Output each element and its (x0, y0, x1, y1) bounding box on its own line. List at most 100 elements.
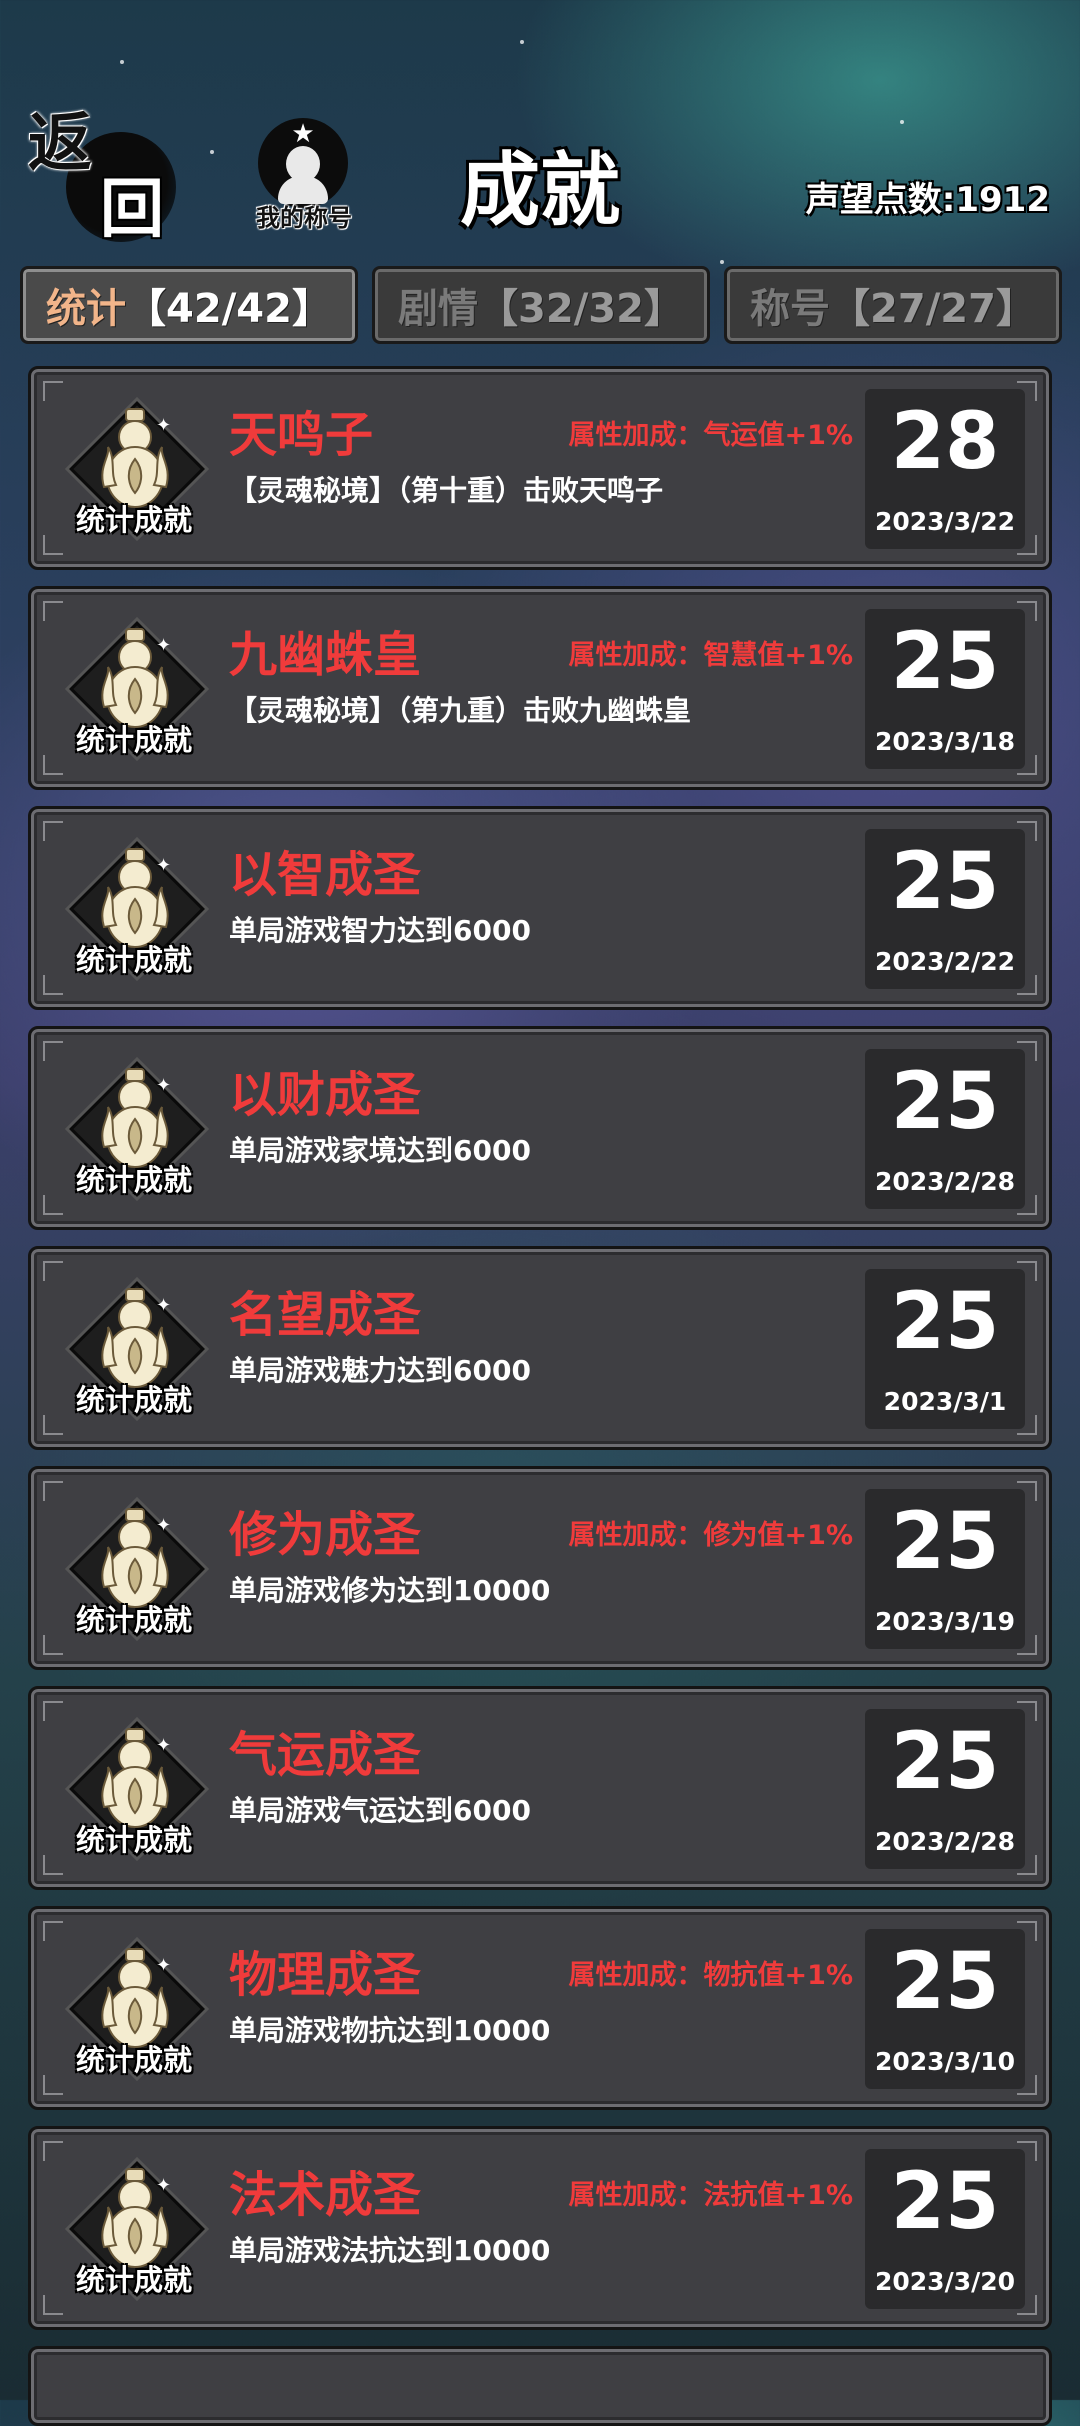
achievement-card[interactable]: ✦ 统计成就 以智成圣 单局游戏智力达到6000 25 2023/2/22 (28, 806, 1052, 1010)
achievement-date: 2023/3/18 (874, 727, 1016, 756)
achievement-name: 以财成圣 (229, 1067, 422, 1123)
score-box: 25 2023/2/28 (865, 1709, 1025, 1869)
achievement-description: 单局游戏物抗达到10000 (229, 2014, 551, 2047)
achievement-description: 单局游戏法抗达到10000 (229, 2234, 551, 2267)
achievement-date: 2023/2/28 (874, 1167, 1016, 1196)
badge-label: 统计成就 (75, 503, 192, 537)
achievement-name: 名望成圣 (229, 1287, 422, 1343)
achievement-description: 单局游戏家境达到6000 (229, 1134, 531, 1167)
tab-story-label: 剧情 (398, 286, 479, 332)
achievement-description: 单局游戏魅力达到6000 (229, 1354, 531, 1387)
achievement-description: 【灵魂秘境】（第十重）击败天鸣子 (229, 474, 664, 507)
attribute-bonus: 属性加成：气运值+1% (568, 420, 853, 451)
achievement-card[interactable]: ✦ 统计成就 修为成圣 属性加成：修为值+1% 单局游戏修为达到10000 25… (28, 1466, 1052, 1670)
score-box: 25 2023/2/28 (865, 1049, 1025, 1209)
reputation-points: 声望点数:1912 (805, 180, 1050, 220)
svg-text:✦: ✦ (156, 635, 171, 656)
tab-statistics-label: 统计 (46, 286, 127, 332)
achievement-list[interactable]: ✦ 统计成就 天鸣子 属性加成：气运值+1% 【灵魂秘境】（第十重）击败天鸣子 … (28, 366, 1052, 2426)
my-title-button[interactable]: ★ 我的称号 (244, 118, 364, 238)
badge-label: 统计成就 (75, 723, 192, 757)
svg-text:✦: ✦ (156, 1955, 171, 1976)
back-label-top: 返 (28, 106, 92, 181)
attribute-bonus: 属性加成：物抗值+1% (568, 1960, 853, 1991)
tab-statistics[interactable]: 统计 【42/42】 (20, 266, 358, 344)
achievement-badge: ✦ 统计成就 (59, 1273, 209, 1423)
badge-label: 统计成就 (75, 2043, 192, 2077)
score-box: 25 2023/3/18 (865, 609, 1025, 769)
achievement-score: 25 (890, 1937, 1000, 2027)
achievement-card[interactable]: ✦ 统计成就 物理成圣 属性加成：物抗值+1% 单局游戏物抗达到10000 25… (28, 1906, 1052, 2110)
achievement-badge: ✦ 统计成就 (59, 1933, 209, 2083)
score-box: 25 2023/2/22 (865, 829, 1025, 989)
tab-statistics-count: 【42/42】 (126, 286, 332, 332)
my-title-label: 我的称号 (256, 204, 352, 232)
achievement-date: 2023/3/20 (874, 2267, 1016, 2296)
achievement-badge: ✦ 统计成就 (59, 1713, 209, 1863)
attribute-bonus: 属性加成：修为值+1% (568, 1520, 853, 1551)
svg-text:✦: ✦ (156, 2175, 171, 2196)
tab-story-count: 【32/32】 (478, 286, 684, 332)
achievement-card[interactable]: ✦ 统计成就 九幽蛛皇 属性加成：智慧值+1% 【灵魂秘境】（第九重）击败九幽蛛… (28, 586, 1052, 790)
achievement-badge: ✦ 统计成就 (59, 2153, 209, 2303)
achievement-score: 25 (890, 1497, 1000, 1587)
achievement-card[interactable]: ✦ 统计成就 天鸣子 属性加成：气运值+1% 【灵魂秘境】（第十重）击败天鸣子 … (28, 366, 1052, 570)
achievement-card[interactable]: ✦ 统计成就 法术成圣 属性加成：法抗值+1% 单局游戏法抗达到10000 25… (28, 2126, 1052, 2330)
achievement-date: 2023/2/22 (874, 947, 1016, 976)
badge-label: 统计成就 (75, 1603, 192, 1637)
score-box: 25 2023/3/10 (865, 1929, 1025, 2089)
svg-text:✦: ✦ (156, 1295, 171, 1316)
score-box: 25 2023/3/1 (865, 1269, 1025, 1429)
achievement-badge: ✦ 统计成就 (59, 613, 209, 763)
tab-titles-count: 【27/27】 (830, 286, 1036, 332)
achievement-description: 单局游戏修为达到10000 (229, 1574, 551, 1607)
badge-label: 统计成就 (75, 1823, 192, 1857)
achievement-name: 修为成圣 (229, 1507, 422, 1563)
achievement-score: 25 (890, 2157, 1000, 2247)
achievement-score: 25 (890, 837, 1000, 927)
star-icon: ★ (291, 119, 315, 149)
svg-text:✦: ✦ (156, 1515, 171, 1536)
score-box: 25 2023/3/19 (865, 1489, 1025, 1649)
achievement-card-partial[interactable] (28, 2346, 1052, 2426)
achievement-badge: ✦ 统计成就 (59, 393, 209, 543)
svg-text:✦: ✦ (156, 415, 171, 436)
achievement-description: 单局游戏气运达到6000 (229, 1794, 531, 1827)
tab-titles[interactable]: 称号 【27/27】 (724, 266, 1062, 344)
tab-story[interactable]: 剧情 【32/32】 (372, 266, 710, 344)
svg-text:✦: ✦ (156, 1735, 171, 1756)
score-box: 28 2023/3/22 (865, 389, 1025, 549)
achievement-badge: ✦ 统计成就 (59, 833, 209, 983)
achievement-description: 单局游戏智力达到6000 (229, 914, 531, 947)
badge-label: 统计成就 (75, 1163, 192, 1197)
achievement-name: 法术成圣 (229, 2167, 422, 2223)
svg-text:✦: ✦ (156, 1075, 171, 1096)
badge-label: 统计成就 (75, 943, 192, 977)
attribute-bonus: 属性加成：智慧值+1% (568, 640, 853, 671)
achievement-card[interactable]: ✦ 统计成就 名望成圣 单局游戏魅力达到6000 25 2023/3/1 (28, 1246, 1052, 1450)
achievement-date: 2023/3/22 (874, 507, 1016, 536)
score-box: 25 2023/3/20 (865, 2149, 1025, 2309)
page-title: 成就 (460, 143, 620, 237)
achievement-score: 28 (890, 397, 1000, 487)
back-label-bottom: 回 (100, 172, 164, 247)
achievement-name: 九幽蛛皇 (229, 627, 422, 683)
tab-titles-label: 称号 (750, 286, 831, 332)
badge-label: 统计成就 (75, 1383, 192, 1417)
achievement-name: 物理成圣 (229, 1947, 422, 2003)
achievement-name: 以智成圣 (229, 847, 422, 903)
achievement-score: 25 (890, 1057, 1000, 1147)
achievement-date: 2023/2/28 (874, 1827, 1016, 1856)
achievement-card[interactable]: ✦ 统计成就 以财成圣 单局游戏家境达到6000 25 2023/2/28 (28, 1026, 1052, 1230)
achievement-name: 天鸣子 (229, 407, 374, 463)
achievement-score: 25 (890, 1717, 1000, 1807)
back-button[interactable]: 返 回 (28, 106, 176, 252)
achievement-date: 2023/3/10 (874, 2047, 1016, 2076)
achievement-card[interactable]: ✦ 统计成就 气运成圣 单局游戏气运达到6000 25 2023/2/28 (28, 1686, 1052, 1890)
badge-label: 统计成就 (75, 2263, 192, 2297)
achievement-name: 气运成圣 (229, 1727, 422, 1783)
svg-text:✦: ✦ (156, 855, 171, 876)
attribute-bonus: 属性加成：法抗值+1% (568, 2180, 853, 2211)
achievement-date: 2023/3/19 (874, 1607, 1016, 1636)
achievement-badge: ✦ 统计成就 (59, 1493, 209, 1643)
